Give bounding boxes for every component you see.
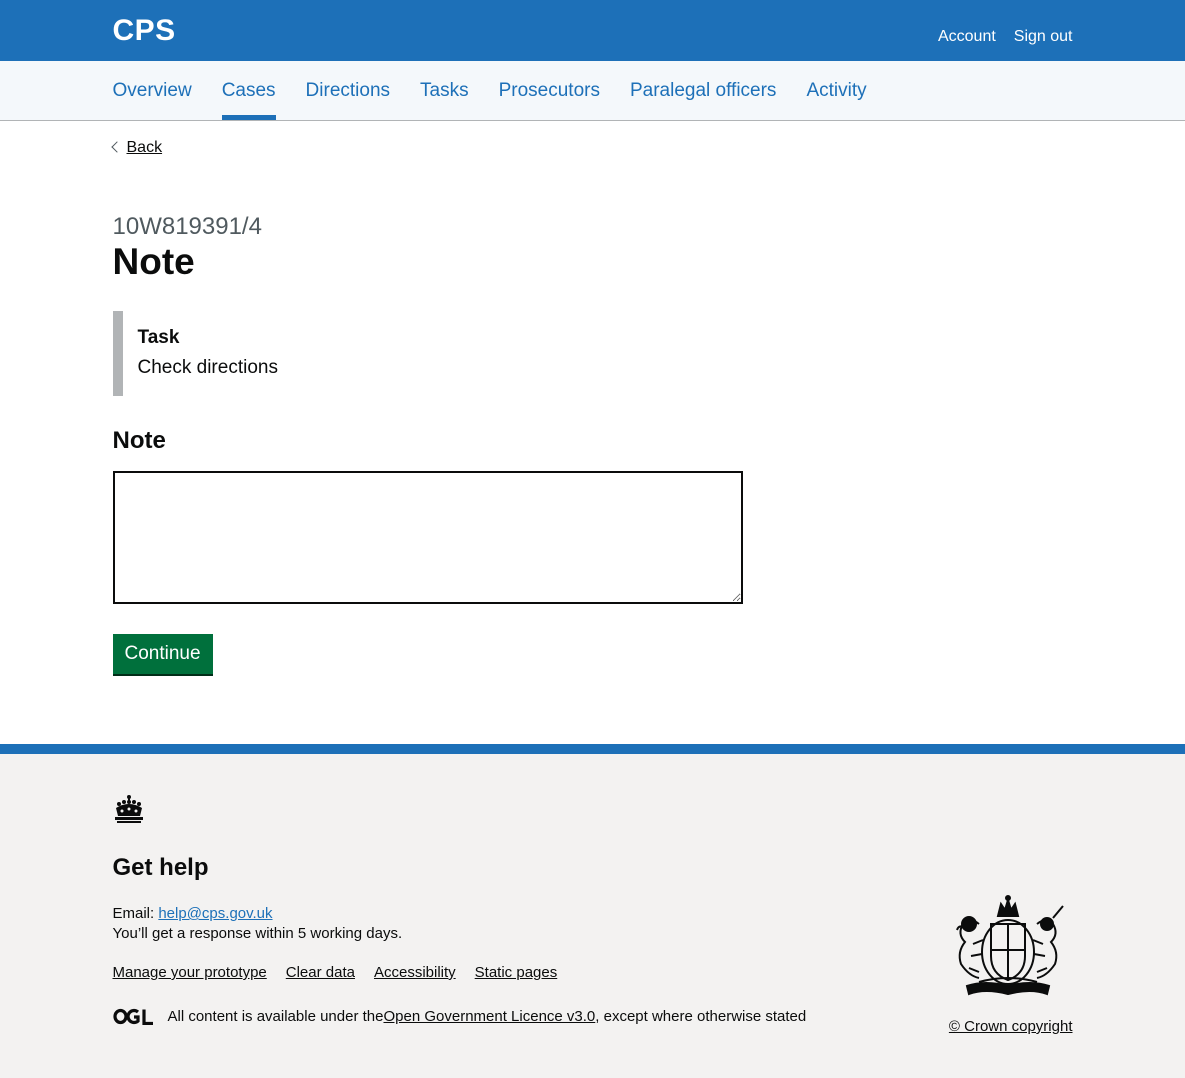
task-value: Check directions [137,357,278,378]
footer-links: Manage your prototype Clear data Accessi… [113,964,558,981]
page-title: Note [112,241,195,282]
get-help-heading: Get help [112,854,209,881]
email-prefix: Email: [112,905,159,922]
sign-out-link[interactable]: Sign out [1014,28,1073,46]
nav-item-cases: Cases [221,61,276,120]
crown-copyright-link[interactable]: © Crown copyright [949,1018,1073,1035]
accessibility-link[interactable]: Accessibility [374,964,456,981]
account-link[interactable]: Account [938,28,996,46]
nav-item-overview: Overview [113,61,192,120]
footer: Get help Email: help@cps.gov.uk You’ll g… [0,744,1185,1078]
help-email-link[interactable]: help@cps.gov.uk [158,905,272,922]
clear-data-link[interactable]: Clear data [286,964,355,981]
header-links: Account Sign out [938,28,1073,46]
task-inset: Task Check directions [112,311,713,396]
help-text: Email: help@cps.gov.uk You’ll get a resp… [113,904,403,944]
crown-icon [114,795,143,823]
licence-suffix: , except where otherwise stated [595,1008,807,1025]
header: CPS Account Sign out [0,0,1185,61]
note-textarea[interactable] [112,471,743,604]
nav-link-overview[interactable]: Overview [113,61,192,120]
manage-prototype-link[interactable]: Manage your prototype [113,964,267,981]
nav-item-paralegal-officers: Paralegal officers [630,61,776,120]
task-label: Task [137,327,180,348]
chevron-left-icon [110,141,123,153]
continue-button[interactable]: Continue [112,634,213,674]
primary-navigation: Overview Cases Directions Tasks Prosecut… [0,61,1185,121]
nav-link-activity[interactable]: Activity [806,61,866,120]
nav-item-directions: Directions [306,61,390,120]
nav-link-tasks[interactable]: Tasks [420,61,469,120]
response-text: You’ll get a response within 5 working d… [112,925,403,942]
nav-item-prosecutors: Prosecutors [499,61,600,120]
nav-item-activity: Activity [806,61,866,120]
back-link[interactable]: Back [127,139,163,157]
nav-link-paralegal-officers[interactable]: Paralegal officers [630,61,776,120]
case-reference-caption: 10W819391/4 [112,213,262,240]
nav-link-prosecutors[interactable]: Prosecutors [499,61,600,120]
royal-coat-of-arms-icon [955,895,1064,996]
licence-statement: All content is available under the Open … [112,1008,807,1025]
licence-prefix: All content is available under the [167,1008,384,1025]
nav-link-directions[interactable]: Directions [306,61,390,120]
back-link-container: Back [110,139,163,157]
static-pages-link[interactable]: Static pages [475,964,558,981]
nav-item-tasks: Tasks [420,61,469,120]
ogl-icon [112,1008,153,1025]
note-label: Note [112,427,166,454]
nav-link-cases[interactable]: Cases [221,61,276,120]
logo-link[interactable]: CPS [113,14,176,48]
ogl-link[interactable]: Open Government Licence v3.0 [383,1008,595,1025]
